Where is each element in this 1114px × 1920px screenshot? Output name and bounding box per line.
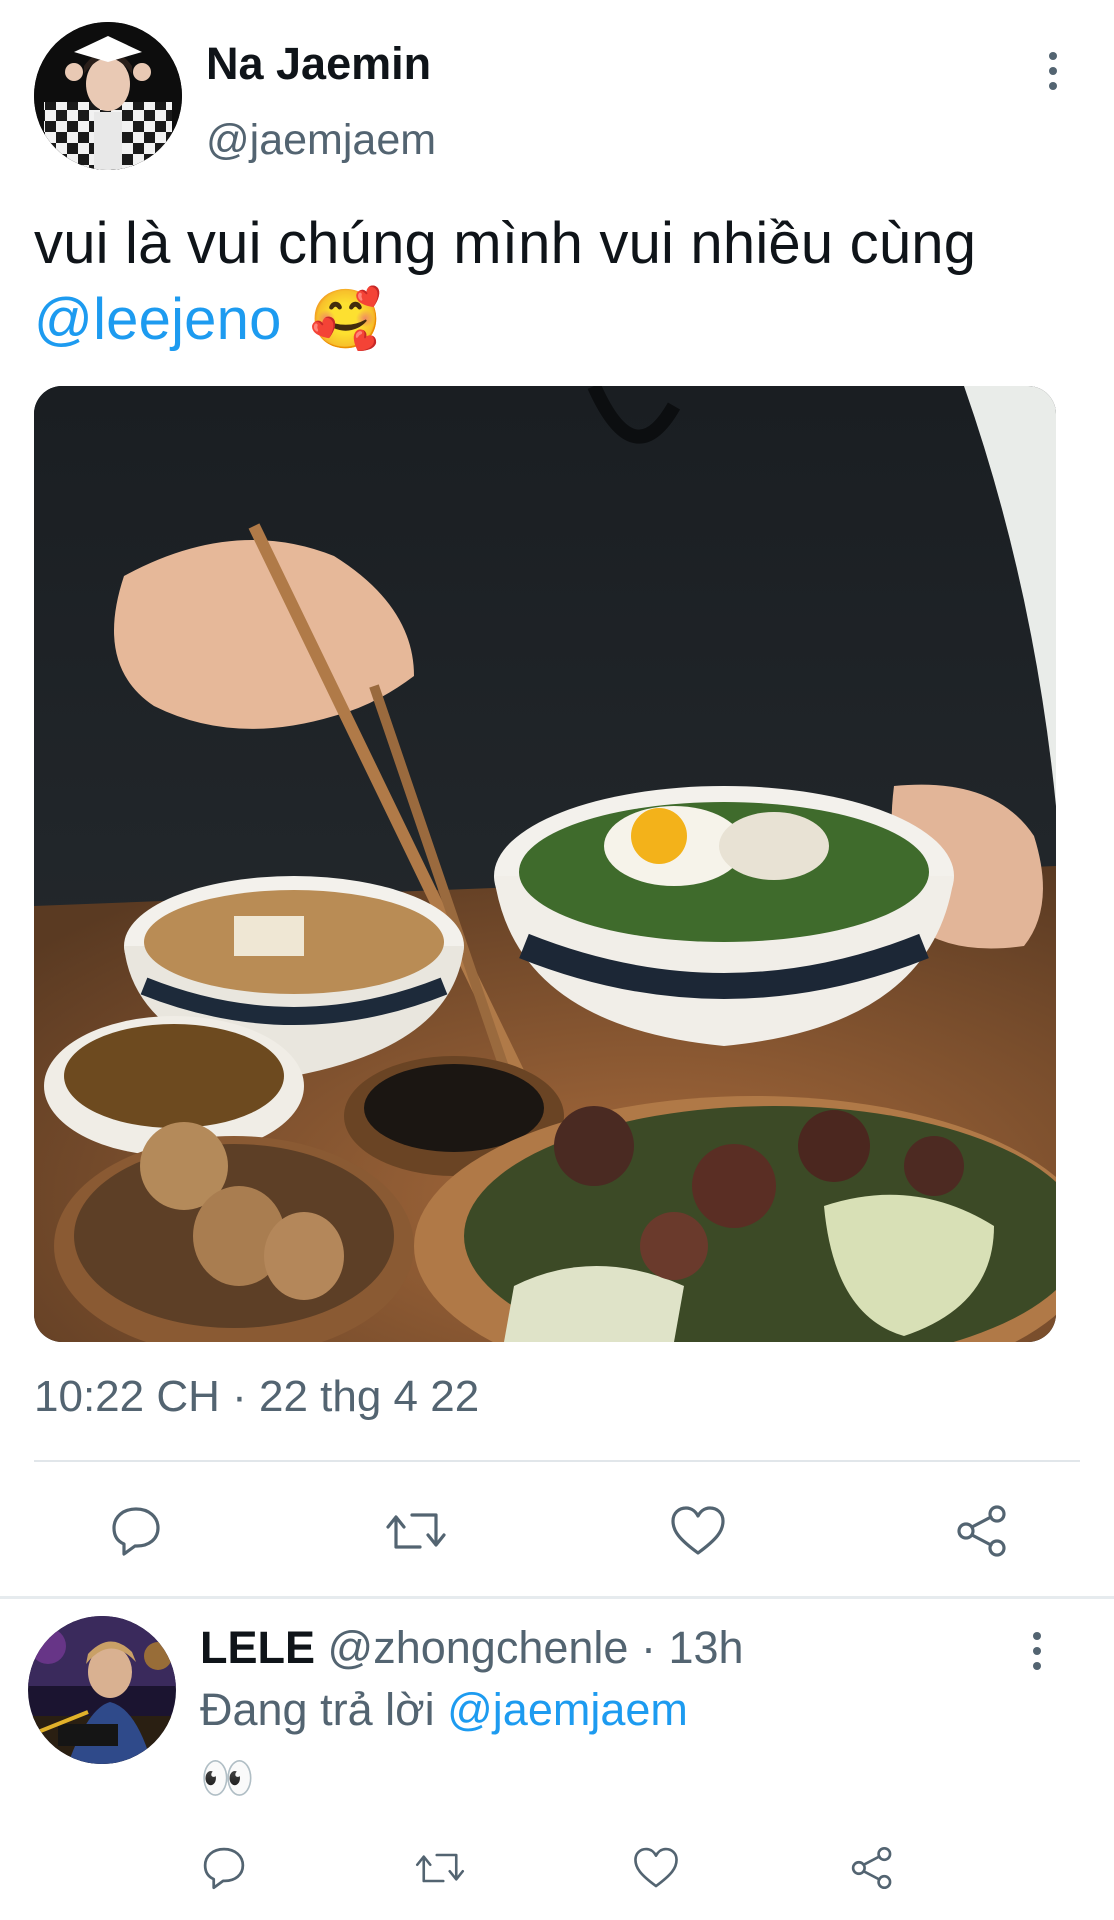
reply-share-button[interactable] [842, 1840, 902, 1896]
more-vertical-icon[interactable] [1046, 52, 1060, 90]
author-avatar-image [34, 22, 182, 170]
reply-reply-button[interactable] [194, 1840, 254, 1896]
reply-button[interactable] [98, 1496, 174, 1566]
section-divider [0, 1596, 1114, 1599]
reply-author-name[interactable]: LELE [200, 1622, 315, 1673]
share-button[interactable] [944, 1496, 1020, 1566]
heart-icon [671, 1506, 725, 1555]
emoji-smiling-hearts: 🥰 [309, 287, 383, 352]
tweet-image[interactable] [34, 386, 1056, 1342]
replying-to: Đang trả lời @jaemjaem [200, 1684, 688, 1736]
share-icon [957, 1505, 1006, 1557]
divider [34, 1460, 1080, 1462]
retweet-icon [386, 1513, 446, 1549]
heart-icon [634, 1847, 678, 1888]
reply-more-vertical-icon[interactable] [1030, 1632, 1044, 1670]
reply-like-button[interactable] [626, 1840, 686, 1896]
tweet-timestamp[interactable]: 10:22 CH · 22 thg 4 22 [34, 1372, 479, 1422]
tweet-text-line: vui là vui chúng mình vui nhiều cùng [34, 211, 977, 276]
tweet-text-line-2: @leejeno 🥰 [34, 282, 1084, 358]
tweet-text: vui là vui chúng mình vui nhiều cùng @le… [34, 206, 1084, 358]
reply-text: 👀 [200, 1754, 255, 1803]
replying-label: Đang trả lời [200, 1684, 435, 1735]
author-name[interactable]: Na Jaemin [206, 38, 431, 90]
reply-icon [112, 1507, 160, 1556]
author-avatar[interactable] [34, 22, 182, 170]
reply-time-separator: · [628, 1622, 669, 1673]
reply-header: LELE @zhongchenle · 13h [200, 1622, 744, 1674]
reply-time[interactable]: 13h [668, 1622, 743, 1673]
retweet-button[interactable] [378, 1496, 454, 1566]
retweet-icon [415, 1853, 465, 1883]
reply-icon [203, 1847, 245, 1890]
like-button[interactable] [660, 1496, 736, 1566]
reply-avatar-image [28, 1616, 176, 1764]
share-icon [851, 1846, 892, 1890]
reply-author-handle[interactable]: @zhongchenle [328, 1622, 629, 1673]
reply-avatar[interactable] [28, 1616, 176, 1764]
mention-link[interactable]: @leejeno [34, 287, 282, 352]
tweet-photo-food [34, 386, 1056, 1342]
reply-retweet-button[interactable] [410, 1840, 470, 1896]
replying-to-mention[interactable]: @jaemjaem [447, 1684, 688, 1735]
author-handle[interactable]: @jaemjaem [206, 116, 436, 165]
